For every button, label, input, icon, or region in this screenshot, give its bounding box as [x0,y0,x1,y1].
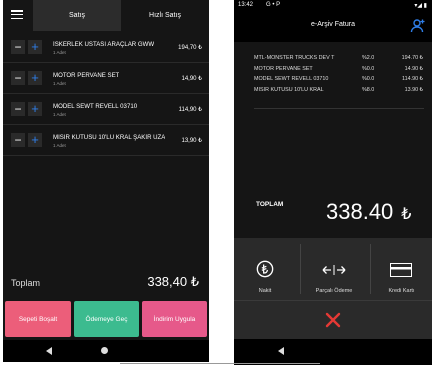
line-name: MOTOR PERVANE SET [254,65,313,72]
lira-circle-icon [256,260,274,278]
item-name: MISIR KUTUSU 10'LU KRAL ŞAKİR UZA [53,134,166,141]
page-title: e-Arşiv Fatura [311,21,355,28]
pay-credit-card-button[interactable]: Kredi Kartı [371,238,432,300]
invoice-lines: MTL-MONSTER TRUCKS DEV T %2.0 194.70 ₺ M… [254,55,424,97]
invoice-line: MTL-MONSTER TRUCKS DEV T %2.0 194.70 ₺ [254,55,424,66]
item-name: İSKERLEK USTASI ARAÇLAR GWW [53,41,155,48]
decrease-quantity-button[interactable]: − [11,133,25,147]
increase-quantity-button[interactable]: + [28,102,42,116]
top-bar: Satış Hızlı Satış [3,0,209,31]
increase-quantity-button[interactable]: + [28,133,42,147]
total-amount-number: 338.40 [326,199,394,224]
list-item[interactable]: − + MISIR KUTUSU 10'LU KRAL ŞAKİR UZA 1 … [3,129,209,156]
line-name: MTL-MONSTER TRUCKS DEV T [254,55,335,61]
item-quantity: 1 Adet [53,81,66,86]
item-price: 14,90 ₺ [181,76,203,82]
clear-cart-button[interactable]: Sepeti Boşalt [5,301,71,337]
decrease-quantity-button[interactable]: − [11,40,25,54]
item-name: MODEL SEWT REVELL 03710 [53,103,138,110]
item-price: 13,90 ₺ [181,138,203,144]
line-price: 114.90 ₺ [401,76,423,82]
list-item[interactable]: − + MODEL SEWT REVELL 03710 1 Adet 114,9… [3,98,209,125]
pay-split-label: Parçalı Ödeme [315,288,353,294]
status-signal-icons: ▾◢ ▮ [414,3,427,9]
cancel-button[interactable] [234,300,432,339]
divider [254,108,424,109]
increase-quantity-button[interactable]: + [28,71,42,85]
apply-discount-button[interactable]: İndirim Uygula [142,301,207,337]
close-icon [325,312,341,328]
invoice-line: MISIR KUTUSU 10'LU KRAL %8.0 13.90 ₺ [254,87,424,98]
divider [3,124,209,125]
pay-cash-button[interactable]: Nakit [234,238,296,300]
pay-cash-label: Nakit [258,288,272,294]
currency-symbol: ₺ [401,206,412,223]
total-label: Toplam [11,278,41,288]
proceed-to-payment-button[interactable]: Ödemeye Geç [74,301,139,337]
pos-cart-screen: Satış Hızlı Satış − + İSKERLEK USTASI AR… [3,0,209,362]
total-label: TOPLAM [256,201,284,208]
decrease-quantity-button[interactable]: − [11,71,25,85]
item-quantity: 1 Adet [53,112,66,117]
item-price: 114,90 ₺ [178,107,202,113]
invoice-line: MODEL SEWT REVELL 03710 %0.0 114.90 ₺ [254,76,424,87]
line-price: 194.70 ₺ [401,55,423,61]
line-vat-rate: %0.0 [362,76,375,82]
divider [3,93,209,94]
total-value: 338,40 ₺ [147,274,199,289]
item-price: 194,70 ₺ [178,45,202,51]
status-notification-icons: G • P [266,2,281,8]
status-time: 13:42 [238,2,254,8]
hamburger-menu-icon[interactable] [11,10,23,20]
back-icon[interactable] [278,347,284,355]
pay-split-button[interactable]: Parçalı Ödeme [301,238,367,300]
list-item[interactable]: − + MOTOR PERVANE SET 1 Adet 14,90 ₺ [3,67,209,94]
pay-credit-card-label: Kredi Kartı [388,288,415,294]
line-name: MODEL SEWT REVELL 03710 [254,76,329,82]
split-arrows-icon [322,265,346,275]
item-quantity: 1 Adet [53,143,66,148]
payment-methods: Nakit Parçalı Ödeme Kredi Kartı [234,238,432,300]
increase-quantity-button[interactable]: + [28,40,42,54]
line-vat-rate: %2.0 [362,55,375,61]
divider [120,363,320,364]
android-nav-bar [234,339,432,365]
e-archive-invoice-screen: 13:42 G • P ▾◢ ▮ e-Arşiv Fatura MTL-MONS… [234,0,432,365]
line-price: 14.90 ₺ [404,65,423,72]
invoice-line: MOTOR PERVANE SET %0.0 14.90 ₺ [254,66,424,77]
cart-list: − + İSKERLEK USTASI ARAÇLAR GWW 1 Adet 1… [3,36,209,160]
line-price: 13.90 ₺ [404,86,423,93]
item-name: MOTOR PERVANE SET [53,72,120,79]
app-bar: e-Arşiv Fatura [234,12,432,42]
credit-card-icon [390,263,412,277]
status-bar: 13:42 G • P ▾◢ ▮ [234,0,432,12]
tab-sales[interactable]: Satış [33,0,121,31]
divider [3,155,209,156]
android-nav-bar [3,340,209,362]
line-name: MISIR KUTUSU 10'LU KRAL [254,86,324,93]
list-item[interactable]: − + İSKERLEK USTASI ARAÇLAR GWW 1 Adet 1… [3,36,209,63]
divider [3,62,209,63]
line-vat-rate: %8.0 [362,86,375,93]
customer-icon[interactable] [410,18,426,34]
item-quantity: 1 Adet [53,50,66,55]
decrease-quantity-button[interactable]: − [11,102,25,116]
cart-total: Toplam 338,40 ₺ [3,271,209,295]
line-vat-rate: %0.0 [362,65,375,72]
total-amount: 338.40 ₺ [326,199,411,225]
tab-quick-sales[interactable]: Hızlı Satış [121,0,209,31]
home-icon[interactable] [101,347,108,354]
back-icon[interactable] [46,347,52,355]
